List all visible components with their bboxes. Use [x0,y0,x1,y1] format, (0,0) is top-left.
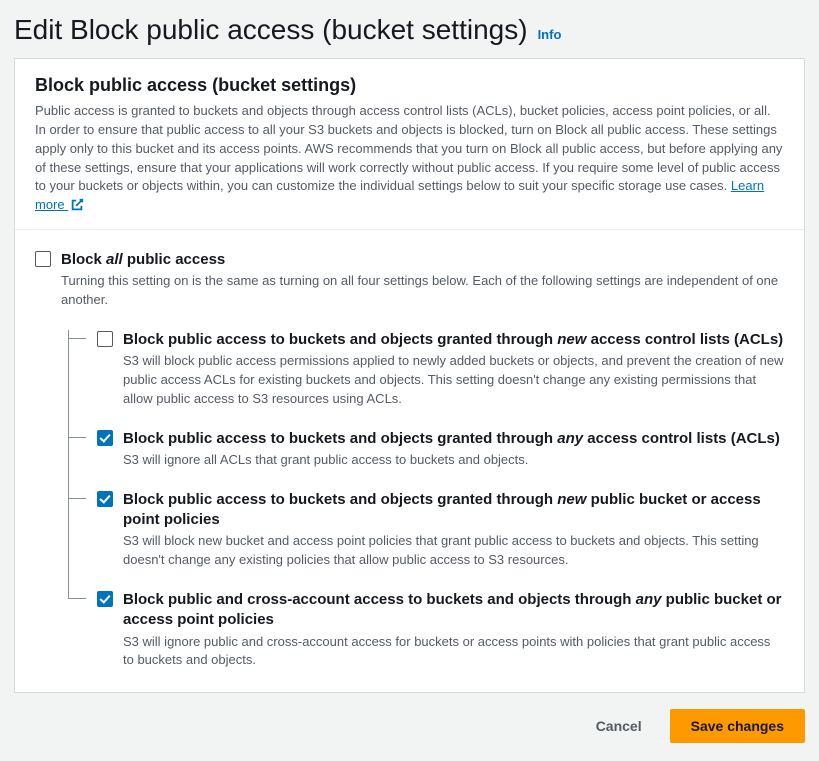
panel-title: Block public access (bucket settings) [35,75,784,96]
footer: Cancel Save changes [14,693,805,743]
setting-label-prefix: Block public access to buckets and objec… [123,331,557,348]
block-all-row: Block all public access Turning this set… [35,250,784,670]
setting-checkbox-any-policies[interactable] [97,591,113,607]
block-all-label-suffix: public access [123,251,226,268]
setting-label-suffix: access control lists (ACLs) [586,331,783,348]
setting-checkbox-new-policies[interactable] [97,491,113,507]
setting-label: Block public and cross-account access to… [123,590,784,631]
setting-item: Block public access to buckets and objec… [87,330,784,429]
setting-item: Block public access to buckets and objec… [87,490,784,590]
page-title: Edit Block public access (bucket setting… [14,14,528,46]
page-header: Edit Block public access (bucket setting… [14,14,805,46]
panel-header: Block public access (bucket settings) Pu… [15,59,804,230]
setting-label-prefix: Block public access to buckets and objec… [123,430,557,447]
panel-description: Public access is granted to buckets and … [35,102,784,215]
settings-tree: Block public access to buckets and objec… [68,330,784,670]
settings-panel: Block public access (bucket settings) Pu… [14,58,805,693]
setting-checkbox-any-acls[interactable] [97,430,113,446]
block-all-checkbox[interactable] [35,251,51,267]
setting-label: Block public access to buckets and objec… [123,490,784,531]
setting-desc: S3 will block public access permissions … [123,352,784,409]
external-link-icon [70,198,84,212]
block-all-desc: Turning this setting on is the same as t… [61,272,784,310]
setting-label-em: new [557,491,586,508]
setting-label-prefix: Block public and cross-account access to… [123,591,636,608]
block-all-label-em: all [106,251,123,268]
setting-checkbox-new-acls[interactable] [97,331,113,347]
setting-desc: S3 will ignore public and cross-account … [123,633,784,671]
setting-label: Block public access to buckets and objec… [123,429,784,449]
setting-label-suffix: access control lists (ACLs) [583,430,780,447]
cancel-button[interactable]: Cancel [578,709,660,743]
panel-body: Block all public access Turning this set… [15,230,804,692]
setting-desc: S3 will ignore all ACLs that grant publi… [123,451,784,470]
save-button[interactable]: Save changes [670,709,805,743]
setting-label: Block public access to buckets and objec… [123,330,784,350]
info-link[interactable]: Info [538,27,562,42]
panel-description-text: Public access is granted to buckets and … [35,103,782,193]
setting-desc: S3 will block new bucket and access poin… [123,532,784,570]
setting-label-em: any [557,430,583,447]
block-all-label: Block all public access [61,250,784,270]
block-all-label-prefix: Block [61,251,106,268]
setting-label-prefix: Block public access to buckets and objec… [123,491,557,508]
setting-item: Block public and cross-account access to… [87,590,784,670]
setting-item: Block public access to buckets and objec… [87,429,784,490]
setting-label-em: new [557,331,586,348]
setting-label-em: any [636,591,662,608]
